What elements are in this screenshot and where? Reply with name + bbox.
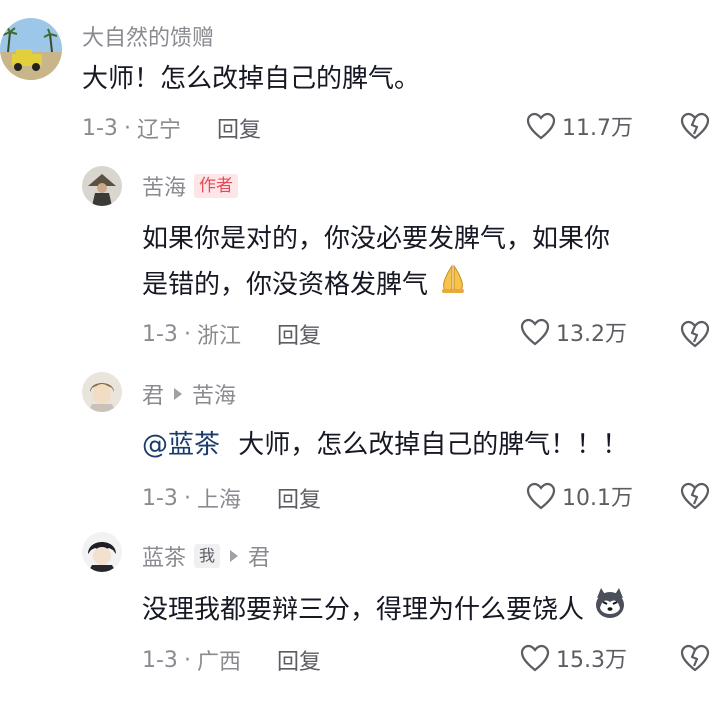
like-button[interactable]: 15.3万 bbox=[520, 642, 627, 674]
reply-button[interactable]: 回复 bbox=[277, 482, 321, 514]
comment-text-content: 大师，怎么改掉自己的脾气！！！ bbox=[238, 430, 629, 460]
comment-text: 没理我都要辩三分，得理为什么要饶人 bbox=[142, 586, 628, 635]
like-count: 11.7万 bbox=[562, 116, 633, 141]
comment-meta: 1-3 · 上海 回复 bbox=[142, 482, 321, 514]
comment-date: 1-3 bbox=[82, 115, 118, 141]
like-count: 15.3万 bbox=[556, 648, 627, 673]
dislike-button[interactable] bbox=[680, 482, 710, 510]
reply-to-username[interactable]: 君 bbox=[248, 540, 270, 572]
broken-heart-icon bbox=[680, 482, 710, 510]
heart-outline-icon bbox=[520, 318, 550, 346]
reply-button[interactable]: 回复 bbox=[277, 644, 321, 676]
comment-text: @蓝茶 大师，怎么改掉自己的脾气！！！ bbox=[142, 422, 628, 468]
username[interactable]: 大自然的馈赠 bbox=[82, 20, 214, 52]
like-button[interactable]: 13.2万 bbox=[520, 316, 627, 348]
reply-to-username[interactable]: 苦海 bbox=[192, 378, 236, 410]
dislike-button[interactable] bbox=[680, 644, 710, 672]
username[interactable]: 蓝茶 我 君 bbox=[142, 540, 270, 572]
avatar[interactable] bbox=[82, 372, 122, 412]
me-badge: 我 bbox=[194, 544, 221, 568]
comment-location: 浙江 bbox=[196, 324, 241, 349]
anime-boy-avatar-image bbox=[82, 372, 122, 412]
username-text[interactable]: 大自然的馈赠 bbox=[82, 20, 214, 52]
praying-hands-emoji-icon bbox=[436, 262, 470, 309]
comment-text: 大师！怎么改掉自己的脾气。 bbox=[82, 56, 420, 102]
husky-face-emoji-icon bbox=[592, 586, 628, 635]
username-text[interactable]: 苦海 bbox=[142, 170, 186, 202]
heart-outline-icon bbox=[526, 482, 556, 510]
comment-location: 广西 bbox=[196, 650, 241, 675]
comment-meta: 1-3 · 广西 回复 bbox=[142, 644, 321, 676]
landscape-avatar-image bbox=[0, 18, 62, 80]
heart-outline-icon bbox=[526, 112, 556, 140]
author-badge: 作者 bbox=[194, 174, 239, 198]
comment-2: 苦海 作者 如果你是对的，你没必要发脾气，如果你 是错的，你没资格发脾气 1-3… bbox=[0, 160, 720, 360]
monk-avatar-image bbox=[82, 166, 122, 206]
comment-text-line-2: 是错的，你没资格发脾气 bbox=[142, 270, 429, 300]
dislike-button[interactable] bbox=[680, 320, 710, 348]
reply-arrow-icon bbox=[230, 550, 239, 562]
broken-heart-icon bbox=[680, 320, 710, 348]
comment-meta: 1-3 · 辽宁 回复 bbox=[82, 112, 261, 144]
broken-heart-icon bbox=[680, 644, 710, 672]
like-button[interactable]: 10.1万 bbox=[526, 480, 633, 512]
dark-hair-boy-avatar-image bbox=[82, 532, 122, 572]
broken-heart-icon bbox=[680, 112, 710, 140]
like-count: 13.2万 bbox=[556, 322, 627, 347]
dislike-button[interactable] bbox=[680, 112, 710, 140]
reply-button[interactable]: 回复 bbox=[277, 318, 321, 350]
avatar[interactable] bbox=[82, 166, 122, 206]
heart-outline-icon bbox=[520, 644, 550, 672]
reply-button[interactable]: 回复 bbox=[217, 112, 261, 144]
comment-location: 辽宁 bbox=[136, 118, 181, 143]
comment-meta: 1-3 · 浙江 回复 bbox=[142, 318, 321, 350]
comment-text-content: 大师！怎么改掉自己的脾气。 bbox=[82, 64, 421, 94]
comment-text-content: 没理我都要辩三分，得理为什么要饶人 bbox=[142, 595, 585, 625]
comment-date: 1-3 bbox=[142, 647, 178, 673]
avatar[interactable] bbox=[82, 532, 122, 572]
username[interactable]: 君 苦海 bbox=[142, 378, 236, 410]
comment-text-line-1: 如果你是对的，你没必要发脾气，如果你 bbox=[142, 224, 611, 254]
comment-date: 1-3 bbox=[142, 321, 178, 347]
username[interactable]: 苦海 作者 bbox=[142, 170, 239, 202]
comment-4: 蓝茶 我 君 没理我都要辩三分，得理为什么要饶人 1-3 · 广西 回复 15.… bbox=[0, 520, 720, 707]
like-count: 10.1万 bbox=[562, 486, 633, 511]
username-text[interactable]: 君 bbox=[142, 378, 164, 410]
avatar[interactable] bbox=[0, 18, 62, 80]
comment-location: 上海 bbox=[196, 488, 241, 513]
comment-1: 大自然的馈赠 大师！怎么改掉自己的脾气。 1-3 · 辽宁 回复 11.7万 bbox=[0, 0, 720, 160]
username-text[interactable]: 蓝茶 bbox=[142, 540, 186, 572]
reply-arrow-icon bbox=[174, 388, 183, 400]
mention-link[interactable]: @蓝茶 bbox=[142, 430, 220, 460]
comment-3: 君 苦海 @蓝茶 大师，怎么改掉自己的脾气！！！ 1-3 · 上海 回复 10.… bbox=[0, 360, 720, 520]
like-button[interactable]: 11.7万 bbox=[526, 110, 633, 142]
comment-date: 1-3 bbox=[142, 485, 178, 511]
comment-text: 如果你是对的，你没必要发脾气，如果你 是错的，你没资格发脾气 bbox=[142, 216, 712, 309]
